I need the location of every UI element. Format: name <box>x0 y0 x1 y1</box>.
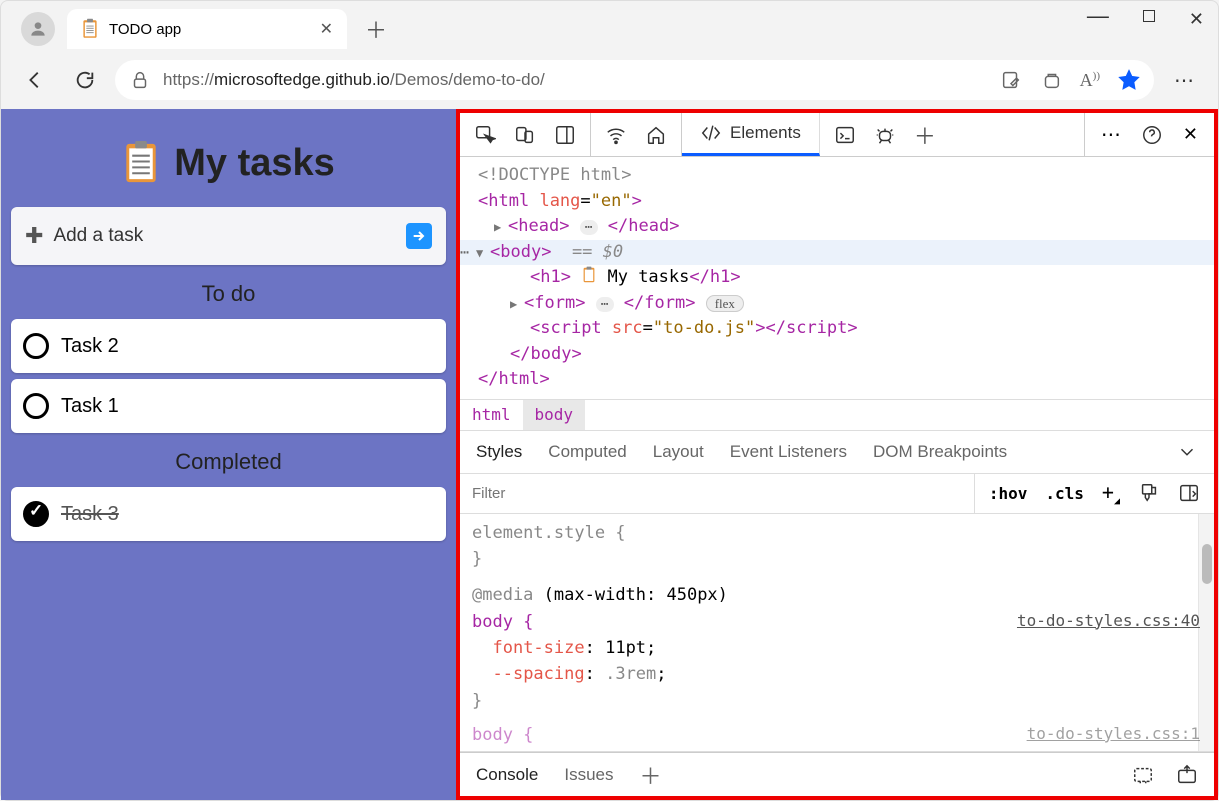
clipboard-icon <box>581 266 597 284</box>
task-label: Task 3 <box>61 503 119 526</box>
tab-styles[interactable]: Styles <box>476 442 522 462</box>
close-tab-icon[interactable]: ✕ <box>320 19 333 39</box>
help-icon[interactable] <box>1141 124 1163 146</box>
task-checkbox[interactable] <box>23 393 49 419</box>
breadcrumb-item[interactable]: html <box>460 400 523 430</box>
issues-icon[interactable] <box>874 124 896 146</box>
tab-dom-breakpoints[interactable]: DOM Breakpoints <box>873 442 1007 462</box>
task-label: Task 1 <box>61 395 119 418</box>
code-icon <box>700 122 722 144</box>
inspect-element-icon[interactable] <box>474 124 496 146</box>
add-task-input[interactable]: ✚ Add a task <box>11 207 446 265</box>
task-checkbox[interactable] <box>23 333 49 359</box>
styles-tabs: Styles Computed Layout Event Listeners D… <box>460 431 1214 474</box>
section-header-completed: Completed <box>11 449 446 475</box>
styles-toolbar: :hov .cls +◢ <box>460 474 1214 514</box>
task-row[interactable]: Task 1 <box>11 379 446 433</box>
close-devtools-icon[interactable]: ✕ <box>1183 124 1198 145</box>
dom-breadcrumb[interactable]: html body <box>460 399 1214 431</box>
dom-node-body[interactable]: ▼<body> == $0 <box>460 240 1214 266</box>
favorite-star-icon[interactable] <box>1118 69 1140 91</box>
hov-button[interactable]: :hov <box>989 484 1028 503</box>
devtools-settings-icon[interactable]: ⋯ <box>1101 122 1121 147</box>
url-text: https://microsoftedge.github.io/Demos/de… <box>163 70 545 90</box>
task-row[interactable]: Task 3 <box>11 487 446 541</box>
section-header-todo: To do <box>11 281 446 307</box>
source-link[interactable]: to-do-styles.css:1 <box>1027 722 1200 747</box>
drawer-tab-issues[interactable]: Issues <box>564 765 613 785</box>
clipboard-icon <box>81 18 99 40</box>
drawer-dock-icon[interactable] <box>1132 764 1154 786</box>
todo-list: Task 2 Task 1 <box>11 319 446 433</box>
read-aloud-icon[interactable]: A)) <box>1080 70 1100 91</box>
minimize-button[interactable]: — <box>1087 3 1109 29</box>
submit-task-button[interactable] <box>406 223 432 249</box>
task-checkbox[interactable] <box>23 501 49 527</box>
chevron-down-icon[interactable] <box>1176 441 1198 463</box>
new-style-rule-button[interactable]: +◢ <box>1102 480 1120 507</box>
maximize-button[interactable] <box>1143 9 1155 35</box>
edit-page-icon[interactable] <box>1000 69 1022 91</box>
add-task-placeholder: Add a task <box>53 225 143 247</box>
drawer-expand-icon[interactable] <box>1176 764 1198 786</box>
refresh-button[interactable] <box>65 60 105 100</box>
back-button[interactable] <box>15 60 55 100</box>
breadcrumb-item[interactable]: body <box>523 400 586 430</box>
network-conditions-icon[interactable] <box>605 124 627 146</box>
plus-icon: ✚ <box>25 223 43 249</box>
devtools-tabbar: Elements ＋ ⋯ ✕ <box>460 113 1214 157</box>
address-bar[interactable]: https://microsoftedge.github.io/Demos/de… <box>115 60 1154 100</box>
task-label: Task 2 <box>61 335 119 358</box>
more-tabs-button[interactable]: ＋ <box>914 119 936 151</box>
dock-icon[interactable] <box>554 124 576 146</box>
page-content: My tasks ✚ Add a task To do Task 2 Task … <box>1 109 456 800</box>
paint-icon[interactable] <box>1138 482 1160 504</box>
styles-filter-input[interactable] <box>460 474 974 513</box>
styles-rules[interactable]: element.style { } @media (max-width: 450… <box>460 514 1214 753</box>
toolbar: https://microsoftedge.github.io/Demos/de… <box>1 51 1218 109</box>
drawer-add-tab[interactable]: ＋ <box>640 759 662 791</box>
window-controls: — ✕ <box>1087 9 1204 35</box>
dom-tree[interactable]: <!DOCTYPE html> <html lang="en"> ▶<head>… <box>460 157 1214 399</box>
clipboard-icon <box>122 141 160 185</box>
tab-elements[interactable]: Elements <box>682 113 820 156</box>
lock-icon <box>129 69 151 91</box>
devtools-panel: Elements ＋ ⋯ ✕ <!DOCTYPE html> <html lan… <box>456 109 1218 800</box>
computed-toggle-icon[interactable] <box>1178 482 1200 504</box>
tab-layout[interactable]: Layout <box>653 442 704 462</box>
browser-tab[interactable]: TODO app ✕ <box>67 9 347 49</box>
source-link[interactable]: to-do-styles.css:40 <box>1017 609 1200 634</box>
titlebar: TODO app ✕ ＋ — ✕ <box>1 1 1218 51</box>
devtools-drawer: Console Issues ＋ <box>460 752 1214 796</box>
tab-computed[interactable]: Computed <box>548 442 626 462</box>
collections-icon[interactable] <box>1040 69 1062 91</box>
console-shortcut-icon[interactable] <box>834 124 856 146</box>
tab-title: TODO app <box>109 21 181 38</box>
device-toggle-icon[interactable] <box>514 124 536 146</box>
close-window-button[interactable]: ✕ <box>1189 9 1204 35</box>
tab-event-listeners[interactable]: Event Listeners <box>730 442 847 462</box>
new-tab-button[interactable]: ＋ <box>357 13 395 45</box>
scrollbar[interactable] <box>1198 514 1214 752</box>
cls-button[interactable]: .cls <box>1045 484 1084 503</box>
profile-button[interactable] <box>21 12 55 46</box>
page-title: My tasks <box>11 141 446 185</box>
settings-menu-button[interactable]: ⋯ <box>1164 68 1204 93</box>
task-row[interactable]: Task 2 <box>11 319 446 373</box>
welcome-icon[interactable] <box>645 124 667 146</box>
drawer-tab-console[interactable]: Console <box>476 765 538 785</box>
completed-list: Task 3 <box>11 487 446 541</box>
